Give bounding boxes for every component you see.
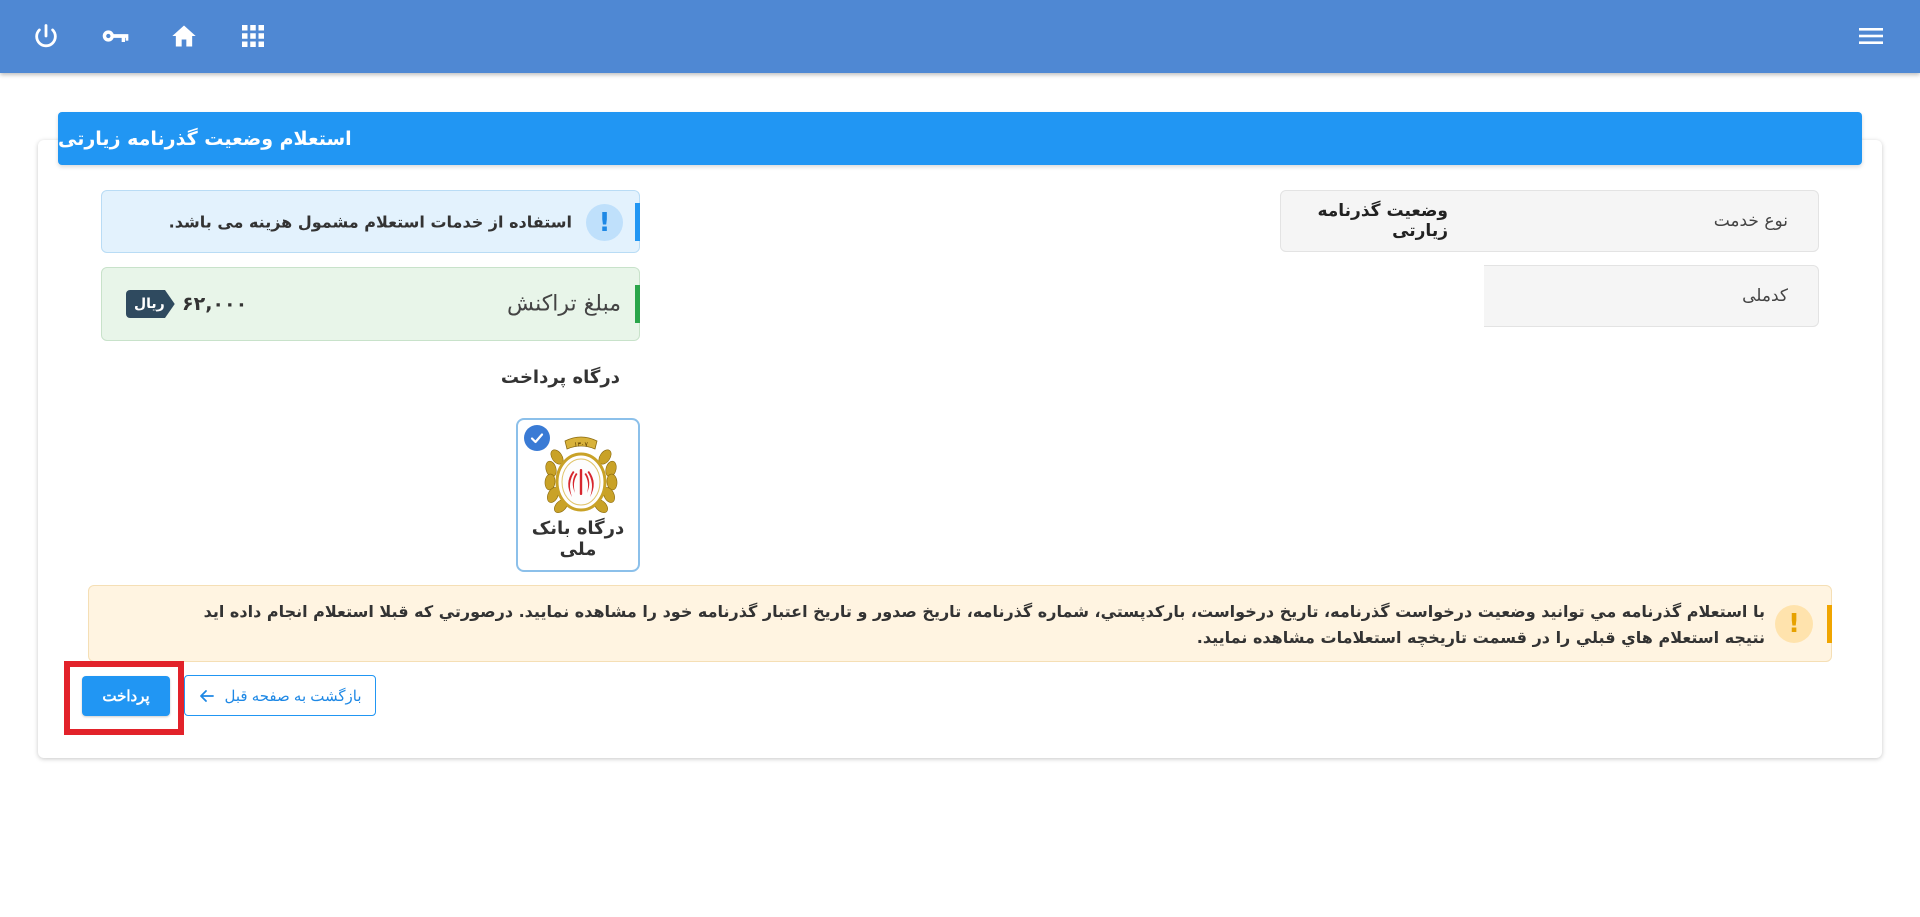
gateway-option-bank-melli[interactable]: ۱۳۰۷ درگاه بانک ملی	[516, 418, 640, 572]
service-type-label: نوع خدمت	[1713, 211, 1788, 231]
passport-inquiry-notice: ! با استعلام گذرنامه مي توانيد وضعیت درخ…	[88, 585, 1832, 662]
back-button-label: بازگشت به صفحه قبل	[224, 687, 362, 705]
back-button[interactable]: بازگشت به صفحه قبل	[184, 675, 376, 716]
currency-badge: ریال	[126, 290, 175, 318]
apps-grid-icon[interactable]	[235, 18, 271, 54]
info-accent-bar	[635, 203, 640, 241]
transaction-amount-box: مبلغ تراکنش ۶۲,۰۰۰ ریال	[101, 267, 640, 341]
page-title: استعلام وضعیت گذرنامه زیارتی	[58, 112, 1862, 165]
payment-gateway-title: درگاه پرداخت	[500, 367, 620, 388]
key-icon[interactable]	[97, 18, 133, 54]
notice-text: با استعلام گذرنامه مي توانيد وضعیت درخوا…	[203, 602, 1765, 647]
gateway-name: درگاه بانک ملی	[531, 518, 625, 560]
national-code-label: کدملی	[1742, 286, 1788, 306]
power-icon[interactable]	[28, 18, 64, 54]
amount-accent-bar	[635, 285, 640, 323]
warning-accent-bar	[1827, 605, 1832, 643]
service-type-field: نوع خدمت وضعیت گذرنامه زیارتی	[1280, 190, 1819, 252]
info-exclamation-icon: !	[586, 204, 623, 241]
logo-year-text: ۱۳۰۷	[574, 441, 588, 449]
menu-icon[interactable]	[1853, 18, 1889, 54]
top-navbar	[0, 0, 1920, 73]
transaction-amount-title: مبلغ تراکنش	[507, 291, 621, 317]
home-icon[interactable]	[166, 18, 202, 54]
pay-button[interactable]: پرداخت	[82, 676, 170, 716]
cost-info-alert: ! استفاده از خدمات استعلام مشمول هزینه م…	[101, 190, 640, 253]
transaction-amount-value: ۶۲,۰۰۰	[182, 293, 248, 315]
bank-melli-logo: ۱۳۰۷	[544, 436, 618, 513]
arrow-left-icon	[200, 689, 215, 702]
national-code-field[interactable]: کدملی	[1484, 265, 1819, 327]
warning-exclamation-icon: !	[1775, 605, 1813, 643]
service-type-value: وضعیت گذرنامه زیارتی	[1317, 201, 1448, 241]
cost-info-text: استفاده از خدمات استعلام مشمول هزینه می …	[168, 212, 572, 231]
